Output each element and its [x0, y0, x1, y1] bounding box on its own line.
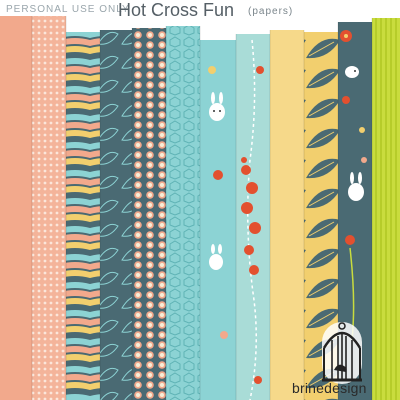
- product-title: Hot Cross Fun: [118, 0, 235, 20]
- flower-icon: [345, 235, 355, 245]
- brand-name-part1: brine: [292, 380, 325, 396]
- brand-name: brinedesign: [292, 380, 367, 396]
- flower-icon: [213, 170, 223, 180]
- paper-strip-dots: [32, 16, 66, 400]
- flower-icon: [220, 331, 228, 339]
- paper-strip-salmon: [0, 16, 32, 400]
- ladybug-icon: [256, 66, 264, 74]
- paper-strip-aqua-hex: [166, 26, 200, 400]
- paper-strip-vine: [236, 34, 270, 400]
- brand-name-part2: design: [324, 380, 367, 396]
- bird-icon: [345, 66, 359, 78]
- chick-icon: [208, 66, 216, 74]
- paper-strip-leaf-outline: [100, 30, 132, 400]
- paper-strip-hexagons: [132, 28, 166, 400]
- paper-strip-waves: [66, 32, 100, 400]
- paper-strip-bunnies: [200, 40, 236, 400]
- personal-use-label: PERSONAL USE ONLY: [6, 4, 130, 15]
- paper-pack-preview: PERSONAL USE ONLY Hot Cross Fun (papers)…: [0, 0, 400, 400]
- product-subtitle: (papers): [248, 6, 294, 17]
